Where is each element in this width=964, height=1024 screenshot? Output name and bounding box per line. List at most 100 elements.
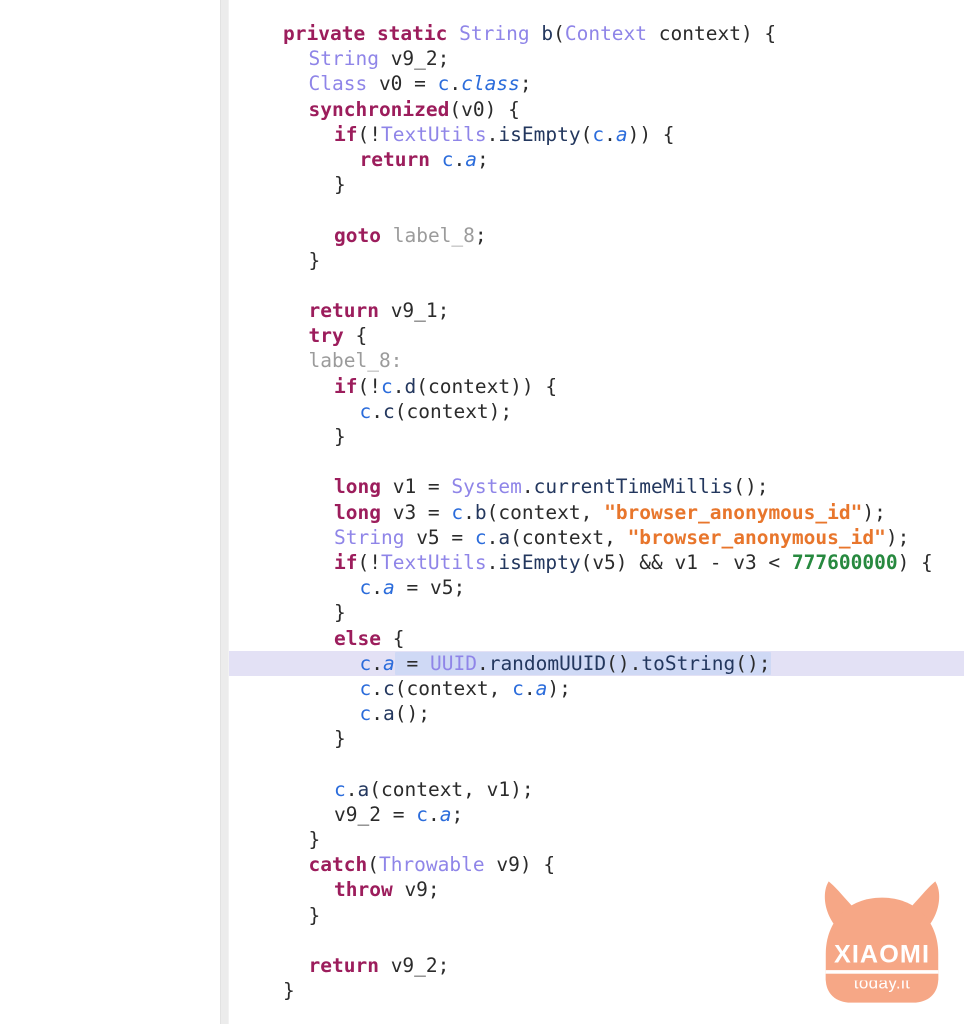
- code-token: .: [453, 147, 466, 171]
- code-token: if: [334, 122, 358, 146]
- code-line-text: label_8:: [229, 348, 964, 373]
- code-line[interactable]: }: [229, 248, 964, 273]
- panel-divider[interactable]: [220, 0, 229, 1024]
- code-token: {: [343, 324, 368, 348]
- code-token: v9) {: [484, 853, 556, 877]
- code-line[interactable]: }: [229, 172, 964, 197]
- code-line[interactable]: if(!TextUtils.isEmpty(v5) && v1 - v3 < 7…: [229, 550, 964, 575]
- code-token: c: [359, 676, 372, 700]
- code-line[interactable]: }: [229, 600, 964, 625]
- code-line[interactable]: c.c(context, c.a);: [229, 676, 964, 701]
- code-line[interactable]: [229, 751, 964, 776]
- code-token: c: [451, 500, 464, 524]
- code-line[interactable]: private static String b(Context context)…: [229, 21, 964, 46]
- code-token: a: [615, 122, 628, 146]
- code-line[interactable]: return v9_1;: [229, 298, 964, 323]
- code-token: (: [553, 22, 565, 45]
- code-line[interactable]: long v3 = c.b(context, "browser_anonymou…: [229, 500, 964, 525]
- code-token: ) {: [897, 550, 933, 574]
- code-token: if: [334, 550, 358, 574]
- code-token: c: [359, 651, 372, 675]
- code-token: = v5;: [394, 576, 466, 600]
- code-line-current[interactable]: c.a = UUID.randomUUID().toString();: [229, 650, 964, 676]
- code-token: c.a: [360, 652, 395, 675]
- code-line-text: long v3 = c.b(context, "browser_anonymou…: [229, 500, 964, 525]
- code-line[interactable]: }: [229, 978, 964, 1003]
- code-token: ();: [394, 702, 430, 726]
- code-line[interactable]: }: [229, 726, 964, 751]
- code-token: a: [498, 525, 511, 549]
- code-token: return: [308, 299, 379, 323]
- code-line[interactable]: long v1 = System.currentTimeMillis();: [229, 474, 964, 499]
- code-token: .: [427, 802, 440, 826]
- code-line-text: c.a = UUID.randomUUID().toString();: [229, 651, 964, 676]
- code-token: "browser_anonymous_id": [604, 500, 863, 524]
- code-token: .: [486, 525, 499, 549]
- code-line[interactable]: [229, 273, 964, 298]
- code-line[interactable]: if(!c.d(context)) {: [229, 374, 964, 399]
- code-token: ();: [733, 475, 769, 499]
- code-token: }: [334, 601, 346, 625]
- code-line[interactable]: goto label_8;: [229, 223, 964, 248]
- code-line[interactable]: [229, 928, 964, 953]
- code-token: c: [359, 576, 372, 600]
- code-line-text: return c.a;: [229, 147, 964, 172]
- code-token: TextUtils: [380, 550, 487, 574]
- code-line[interactable]: String v9_2;: [229, 46, 964, 71]
- code-token: );: [885, 525, 910, 549]
- code-token: (context)) {: [416, 374, 558, 398]
- code-line[interactable]: v9_2 = c.a;: [229, 802, 964, 827]
- code-line[interactable]: [229, 197, 964, 222]
- code-line[interactable]: }: [229, 424, 964, 449]
- code-line[interactable]: try {: [229, 323, 964, 348]
- code-token: .: [371, 651, 383, 675]
- code-line-text: }: [229, 903, 964, 928]
- code-token: (: [367, 853, 379, 877]
- code-token: Throwable: [378, 853, 485, 877]
- code-line[interactable]: synchronized(v0) {: [229, 97, 964, 122]
- code-token: UUID: [429, 651, 477, 675]
- code-line[interactable]: c.a(context, v1);: [229, 777, 964, 802]
- code-token: throw: [334, 878, 393, 902]
- code-token: a: [383, 702, 395, 726]
- code-line-text: throw v9;: [229, 877, 964, 902]
- code-token: .: [345, 777, 358, 801]
- code-token: toString: [641, 651, 736, 675]
- code-line[interactable]: return c.a;: [229, 147, 964, 172]
- left-empty-panel: [0, 0, 220, 1024]
- code-token: v3 =: [380, 500, 452, 524]
- code-line[interactable]: return v9_2;: [229, 953, 964, 978]
- code-line[interactable]: else {: [229, 626, 964, 651]
- code-token: ().: [606, 651, 642, 675]
- code-line[interactable]: label_8:: [229, 348, 964, 373]
- code-line[interactable]: c.a = v5;: [229, 575, 964, 600]
- code-line-text: }: [229, 827, 964, 852]
- code-line[interactable]: throw v9;: [229, 877, 964, 902]
- code-token: ;: [519, 72, 532, 96]
- code-line[interactable]: catch(Throwable v9) {: [229, 852, 964, 877]
- code-line[interactable]: }: [229, 827, 964, 852]
- code-line[interactable]: String v5 = c.a(context, "browser_anonym…: [229, 525, 964, 550]
- code-editor-surface[interactable]: private static String b(Context context)…: [229, 0, 964, 1024]
- code-token: .: [449, 72, 462, 96]
- code-line-text: }: [229, 172, 964, 197]
- code-token: String: [308, 47, 379, 71]
- code-token: d: [404, 374, 417, 398]
- code-line-text: String v5 = c.a(context, "browser_anonym…: [229, 525, 964, 550]
- code-token: )) {: [627, 122, 675, 146]
- code-line[interactable]: Class v0 = c.class;: [229, 71, 964, 96]
- code-line[interactable]: }: [229, 903, 964, 928]
- code-token: .: [476, 651, 489, 675]
- code-line[interactable]: c.c(context);: [229, 399, 964, 424]
- code-token: c: [380, 374, 393, 398]
- code-line[interactable]: if(!TextUtils.isEmpty(c.a)) {: [229, 122, 964, 147]
- code-line[interactable]: c.a();: [229, 701, 964, 726]
- code-token: Class: [308, 72, 368, 96]
- code-line[interactable]: [229, 449, 964, 474]
- code-line-text: if(!c.d(context)) {: [229, 374, 964, 399]
